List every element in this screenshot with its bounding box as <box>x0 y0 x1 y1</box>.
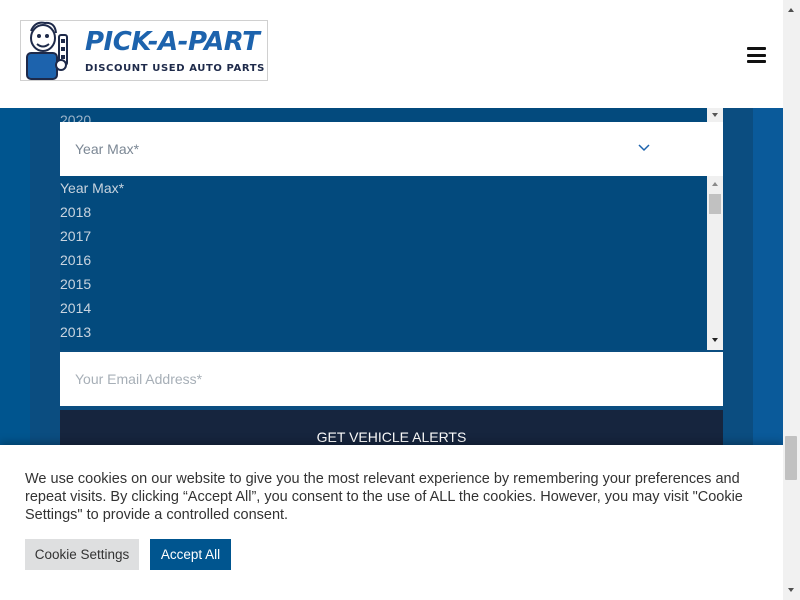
logo-subtitle: DISCOUNT USED AUTO PARTS <box>85 63 265 74</box>
scroll-down-icon[interactable] <box>712 338 718 342</box>
cookie-consent-banner: We use cookies on our website to give yo… <box>0 445 783 600</box>
year-max-select[interactable]: Year Max* <box>60 122 723 176</box>
year-max-option[interactable]: 2017 <box>60 224 124 248</box>
chevron-down-icon <box>638 144 650 152</box>
year-max-option[interactable]: Year Max* <box>60 176 124 200</box>
mascot-icon <box>26 21 68 80</box>
year-max-option[interactable]: 2015 <box>60 272 124 296</box>
scroll-up-icon[interactable] <box>788 8 794 12</box>
year-max-option[interactable]: 2014 <box>60 296 124 320</box>
year-max-option[interactable]: 2016 <box>60 248 124 272</box>
cookie-consent-text: We use cookies on our website to give yo… <box>25 471 743 523</box>
hamburger-menu-icon[interactable] <box>747 47 766 63</box>
list-scrollbar[interactable] <box>707 108 723 122</box>
logo-title: PICK-A-PART <box>85 27 260 57</box>
year-max-placeholder: Year Max* <box>75 141 140 157</box>
scroll-down-icon[interactable] <box>712 113 718 117</box>
email-field[interactable] <box>60 352 723 406</box>
scroll-up-icon[interactable] <box>712 182 718 186</box>
year-max-options: Year Max* 2018 2017 2016 2015 2014 2013 <box>60 176 124 344</box>
page-scrollbar[interactable] <box>783 0 800 600</box>
year-min-option[interactable]: 2020 <box>60 112 91 122</box>
year-max-dropdown[interactable]: Year Max* 2018 2017 2016 2015 2014 2013 <box>60 176 723 350</box>
accept-all-button[interactable]: Accept All <box>150 539 231 570</box>
year-max-option[interactable]: 2013 <box>60 320 124 344</box>
year-max-option[interactable]: 2018 <box>60 200 124 224</box>
dropdown-scrollbar[interactable] <box>707 176 723 350</box>
page-scroll-thumb[interactable] <box>785 436 797 480</box>
dropdown-scroll-thumb[interactable] <box>709 194 721 214</box>
form-panel-edge <box>753 108 783 445</box>
cookie-settings-button[interactable]: Cookie Settings <box>25 539 139 570</box>
email-field-wrapper <box>60 352 723 406</box>
site-header: PICK-A-PART DISCOUNT USED AUTO PARTS <box>0 0 783 108</box>
scroll-down-icon[interactable] <box>788 588 794 592</box>
pick-a-part-logo[interactable]: PICK-A-PART DISCOUNT USED AUTO PARTS <box>20 20 268 81</box>
year-min-list[interactable]: 2020 <box>60 108 723 122</box>
